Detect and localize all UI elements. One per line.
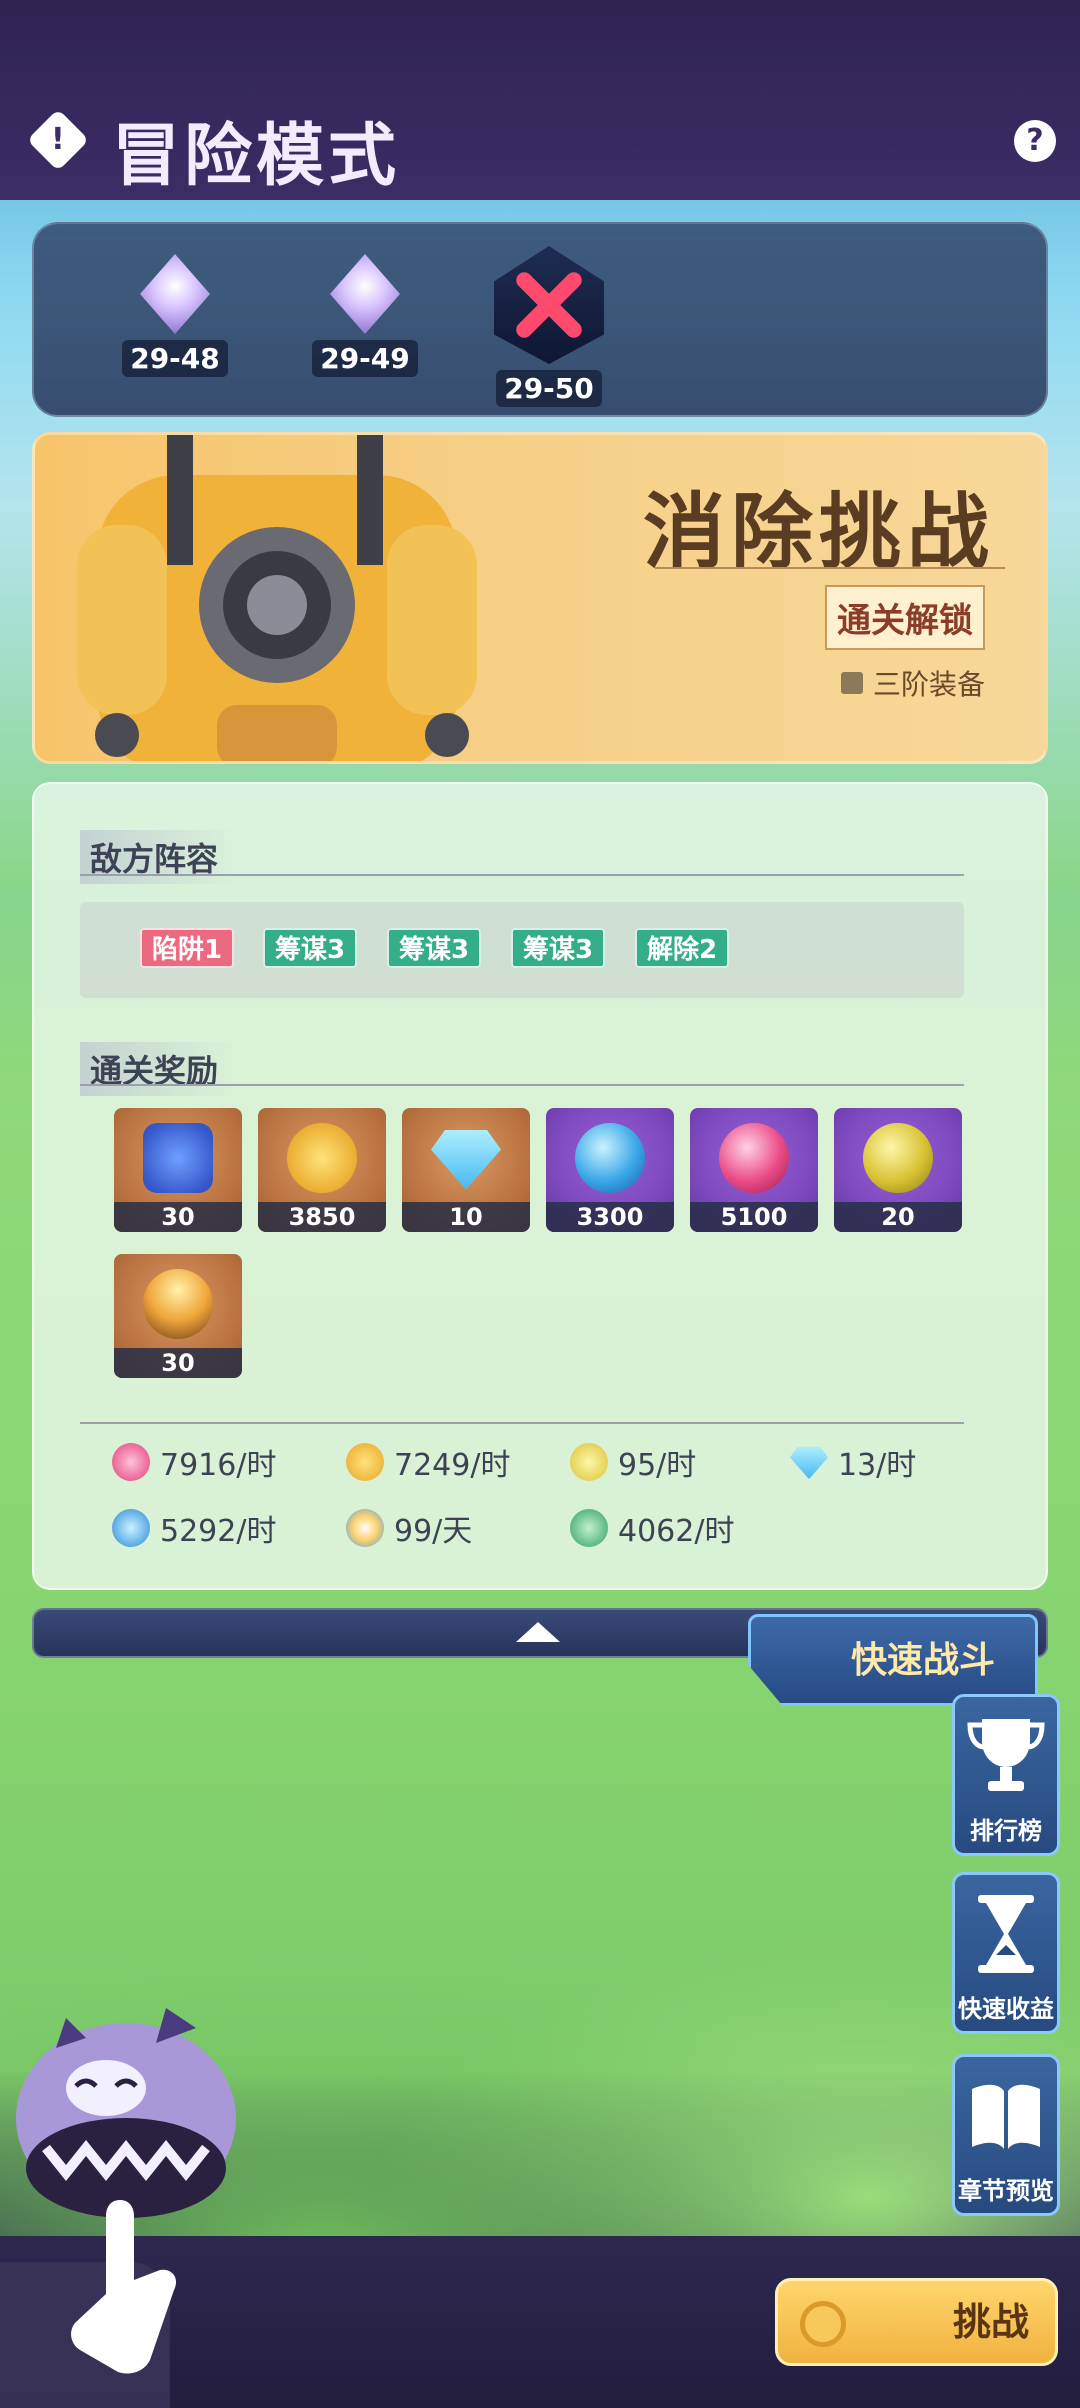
- income-rate: 5292/时: [112, 1506, 276, 1550]
- hourglass-icon: [978, 1895, 1034, 1973]
- coin-icon: [800, 2301, 846, 2347]
- trophy-icon: [967, 1719, 1045, 1791]
- reward-qty: 30: [114, 1202, 242, 1232]
- pointer-hand-icon: [71, 2200, 177, 2374]
- reward-qty: 30: [114, 1348, 242, 1378]
- reward-item[interactable]: 20: [834, 1108, 962, 1232]
- book-icon: [972, 2084, 1040, 2149]
- chapter-preview-label: 章节预览: [958, 2177, 1054, 2205]
- puzzle-sword-icon: [143, 1123, 213, 1193]
- rate-value: 4062/时: [618, 1514, 735, 1549]
- enemy-tag[interactable]: 筹谋3: [387, 928, 482, 968]
- reward-qty: 3300: [546, 1202, 674, 1232]
- income-rate: 99/天: [346, 1506, 472, 1550]
- reward-item[interactable]: 3300: [546, 1108, 674, 1232]
- divider: [80, 1084, 964, 1086]
- divider: [80, 1422, 964, 1424]
- enemy-tag[interactable]: 陷阱1: [140, 928, 235, 968]
- quick-income-label: 快速收益: [958, 1995, 1054, 2023]
- reward-qty: 10: [402, 1202, 530, 1232]
- reward-qty: 3850: [258, 1202, 386, 1232]
- star-gem-icon: [330, 254, 400, 334]
- reward-item[interactable]: 5100: [690, 1108, 818, 1232]
- reward-qty: 5100: [690, 1202, 818, 1232]
- gold-coin-icon: [346, 1443, 384, 1481]
- rate-value: 99/天: [394, 1514, 473, 1549]
- reward-item[interactable]: 30: [114, 1108, 242, 1232]
- star-gem-icon: [140, 254, 210, 334]
- flame-orb-icon: [143, 1269, 213, 1339]
- chapter-preview-button[interactable]: 章节预览: [952, 2054, 1060, 2216]
- leaderboard-label: 排行榜: [970, 1817, 1042, 1845]
- stage-label: 29-50: [496, 370, 602, 407]
- divider: [80, 874, 964, 876]
- clear-reward-title: 通关奖励: [80, 1042, 237, 1096]
- enemy-tag[interactable]: 筹谋3: [263, 928, 358, 968]
- quick-income-button[interactable]: 快速收益: [952, 1872, 1060, 2034]
- pink-orb-icon: [112, 1443, 150, 1481]
- enemy-tag[interactable]: 筹谋3: [511, 928, 606, 968]
- leaderboard-button[interactable]: 排行榜: [952, 1694, 1060, 1856]
- equipment-label: 三阶装备: [872, 668, 985, 701]
- stage-label: 29-49: [312, 340, 418, 377]
- unlock-badge: 通关解锁: [825, 585, 985, 650]
- rate-value: 13/时: [838, 1448, 917, 1483]
- stage-node[interactable]: 29-49: [300, 254, 430, 377]
- reward-item[interactable]: 10: [402, 1108, 530, 1232]
- stage-strip: 29-48 29-49 29-50: [32, 222, 1048, 417]
- compass-icon: [346, 1509, 384, 1547]
- income-rate: 4062/时: [570, 1506, 734, 1550]
- rate-value: 7249/时: [394, 1448, 511, 1483]
- rate-value: 95/时: [618, 1448, 697, 1483]
- income-rate: 95/时: [570, 1440, 696, 1484]
- divider: [655, 567, 1005, 569]
- enemy-tag[interactable]: 解除2: [635, 928, 730, 968]
- equipment-box-icon: [840, 672, 863, 694]
- boss-banner: 消除挑战 通关解锁 三阶装备: [32, 432, 1048, 764]
- rate-value: 5292/时: [160, 1514, 277, 1549]
- page-title: 冒险模式: [112, 116, 401, 196]
- diamond-icon: [790, 1446, 828, 1480]
- crossed-swords-icon: [494, 246, 604, 364]
- income-rate: 7916/时: [112, 1440, 276, 1484]
- stage-node-boss[interactable]: 29-50: [484, 246, 614, 407]
- equipment-row: 三阶装备: [840, 663, 985, 703]
- challenge-label: 挑战: [952, 2299, 1029, 2344]
- rate-value: 7916/时: [160, 1448, 277, 1483]
- reward-item[interactable]: 30: [114, 1254, 242, 1378]
- temple-icon: [570, 1509, 608, 1547]
- gold-coin-icon: [287, 1123, 357, 1193]
- gold-sword-orb-icon: [863, 1123, 933, 1193]
- diamond-icon: [431, 1130, 501, 1190]
- stage-label: 29-48: [122, 340, 228, 377]
- quick-battle-button[interactable]: 快速战斗: [748, 1614, 1038, 1706]
- help-icon[interactable]: ?: [1014, 120, 1056, 162]
- blue-orb-icon: [575, 1123, 645, 1193]
- reward-qty: 20: [834, 1202, 962, 1232]
- income-rate: 13/时: [790, 1440, 916, 1484]
- chevron-up-icon[interactable]: [516, 1622, 560, 1642]
- pink-orb-icon: [719, 1123, 789, 1193]
- reward-item[interactable]: 3850: [258, 1108, 386, 1232]
- gold-sword-orb-icon: [570, 1443, 608, 1481]
- mascot-character[interactable]: [6, 1968, 246, 2218]
- robot-boss-illustration: [77, 435, 477, 761]
- blue-orb-icon: [112, 1509, 150, 1547]
- challenge-button[interactable]: 挑战: [775, 2278, 1058, 2366]
- stage-node[interactable]: 29-48: [110, 254, 240, 377]
- income-rate: 7249/时: [346, 1440, 510, 1484]
